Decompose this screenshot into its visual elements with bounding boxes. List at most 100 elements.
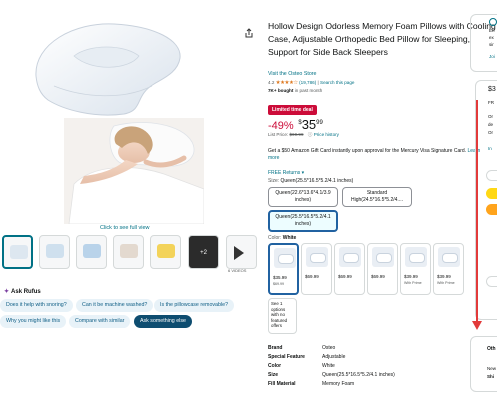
color-selected-value: White xyxy=(282,235,297,241)
list-price-label: List Price: xyxy=(268,132,289,137)
spec-key: Fill Material xyxy=(268,381,296,387)
add-to-list-button[interactable] xyxy=(486,276,497,287)
color-swatch[interactable]: $69.99 xyxy=(367,243,398,295)
ask-rufus-heading: ✦ Ask Rufus xyxy=(4,288,41,295)
discount-percent: -49% xyxy=(268,120,294,132)
thumbnail-5[interactable] xyxy=(150,235,181,269)
list-price: $69.99 xyxy=(289,132,304,137)
ask-rufus-title: Ask Rufus xyxy=(11,289,41,295)
search-page-link[interactable]: Search this page xyxy=(320,80,354,85)
size-option[interactable]: Queen(22.6*13.6*4.1/3.9 inches) xyxy=(268,187,338,207)
buy-now-button[interactable] xyxy=(486,204,497,215)
buybox-line: de xyxy=(488,122,494,127)
bought-number: 7K+ bought xyxy=(268,88,294,93)
info-icon[interactable]: ⓘ xyxy=(308,132,313,137)
store-link[interactable]: Visit the Osteo Store xyxy=(268,71,316,77)
annotation-arrow-head-icon xyxy=(472,321,482,330)
promo-text: ex xyxy=(489,35,494,40)
other-sellers-line: New xyxy=(487,366,497,371)
pillow-swatch-icon xyxy=(438,247,460,267)
price-row: -49% $3599 xyxy=(268,117,323,132)
annotation-arrow-line xyxy=(476,100,478,324)
spec-value: Osteo xyxy=(322,345,336,351)
other-sellers-line: Shi xyxy=(487,374,495,379)
size-option-selected[interactable]: Queen(25.5*16.5*5.2/4.1 inches) xyxy=(268,210,338,232)
rufus-question-chip[interactable]: Why you might like this xyxy=(0,315,67,328)
quantity-dropdown[interactable] xyxy=(486,170,497,181)
promo-join-link[interactable]: Joi xyxy=(489,54,495,59)
swatch-price: $69.99 xyxy=(305,274,319,279)
thumbnail-1[interactable] xyxy=(2,235,33,269)
video-thumbnail[interactable] xyxy=(226,235,257,269)
spec-key: Special Feature xyxy=(268,354,305,360)
rufus-question-chip[interactable]: Can it be machine washed? xyxy=(76,299,154,312)
rating-row: 4.2 ★★★★☆ (19,786) | Search this page xyxy=(268,80,354,86)
play-icon xyxy=(234,246,244,260)
rufus-question-chip[interactable]: Does it help with snoring? xyxy=(0,299,73,312)
spec-value: Adjustable xyxy=(322,354,346,360)
swatch-price: $39.99 xyxy=(404,274,418,279)
buybox-line: FR xyxy=(488,100,494,105)
more-thumbnails-button[interactable]: +2 xyxy=(188,235,219,269)
other-sellers-box xyxy=(470,336,497,392)
sparkle-icon: ✦ xyxy=(4,289,10,295)
free-returns-link[interactable]: FREE Returns ▾ xyxy=(268,170,304,176)
spec-value: White xyxy=(322,363,335,369)
color-swatch[interactable]: $39.99 With Prime xyxy=(433,243,464,295)
rufus-question-chip[interactable]: Is the pillowcase removable? xyxy=(154,299,235,312)
thumbnail-3[interactable] xyxy=(76,235,107,269)
price: $3599 xyxy=(298,117,323,132)
pillow-thumbnail-icon xyxy=(46,244,64,258)
rating-count-link[interactable]: (19,786) xyxy=(299,80,316,85)
swatch-price: $69.99 xyxy=(338,274,352,279)
swatch-price: $39.99 xyxy=(437,274,451,279)
see-options-tile[interactable]: See 1 options with no featured offers xyxy=(268,298,297,334)
color-swatch[interactable]: $69.99 xyxy=(301,243,332,295)
color-swatch[interactable]: $69.99 xyxy=(334,243,365,295)
swatch-subtext: With Prime xyxy=(437,281,455,285)
pillow-swatch-icon xyxy=(405,247,427,267)
gift-card-text: Get a $50 Amazon Gift Card instantly upo… xyxy=(268,148,467,154)
star-rating-icon[interactable]: ★★★★☆ xyxy=(276,80,299,86)
swatch-price: $35.99 xyxy=(273,275,287,280)
buybox-line: Or xyxy=(488,130,493,135)
main-product-image[interactable] xyxy=(14,14,204,224)
price-history-link[interactable]: Price history xyxy=(314,132,339,137)
pillow-swatch-icon xyxy=(372,247,394,267)
thumbnail-4[interactable] xyxy=(113,235,144,269)
other-sellers-title: Oth xyxy=(487,346,496,352)
rating-value: 4.2 xyxy=(268,80,275,85)
promo-text: En xyxy=(489,28,495,33)
price-whole: 35 xyxy=(301,117,317,132)
gift-card-offer: Get a $50 Amazon Gift Card instantly upo… xyxy=(268,148,488,162)
color-swatch[interactable]: $35.99 $69.99 xyxy=(268,243,299,295)
pillow-thumbnail-icon xyxy=(83,244,101,258)
pillow-swatch-icon xyxy=(274,248,296,268)
spec-value: Memory Foam xyxy=(322,381,355,387)
buybox-line: Or xyxy=(488,114,493,119)
buybox-line[interactable]: In xyxy=(488,146,492,151)
limited-deal-badge: Limited time deal xyxy=(268,105,317,115)
spec-value: Queen(25.5*16.5*5.2/4.1 inches) xyxy=(322,372,395,378)
price-fraction: 99 xyxy=(316,120,323,126)
color-label-text: Color: xyxy=(268,235,282,241)
color-swatch[interactable]: $39.99 With Prime xyxy=(400,243,431,295)
swatch-subtext: With Prime xyxy=(404,281,422,285)
bought-count: 7K+ bought in past month xyxy=(268,88,322,93)
thumbnail-2[interactable] xyxy=(39,235,70,269)
swatch-subtext: $69.99 xyxy=(273,282,284,286)
pillow-swatch-icon xyxy=(339,247,361,267)
see-full-view-link[interactable]: Click to see full view xyxy=(100,225,150,231)
product-title: Hollow Design Odorless Memory Foam Pillo… xyxy=(268,21,496,57)
promo-text: sir xyxy=(489,42,494,47)
size-selected-value: Queen(25.5*16.5*5.2/4.1 inches) xyxy=(280,178,354,184)
add-to-cart-button[interactable] xyxy=(486,188,497,199)
check-circle-icon xyxy=(489,18,497,26)
rufus-question-chip[interactable]: Compare with similar xyxy=(69,315,131,328)
size-option[interactable]: Standard High(24.5*16.5*5.2/4.... xyxy=(342,187,412,207)
color-label: Color: White xyxy=(268,235,296,241)
ask-something-else-button[interactable]: Ask something else xyxy=(134,315,192,328)
size-label: Size: Queen(25.5*16.5*5.2/4.1 inches) xyxy=(268,178,353,184)
size-label-text: Size: xyxy=(268,178,280,184)
share-icon[interactable] xyxy=(244,28,254,38)
